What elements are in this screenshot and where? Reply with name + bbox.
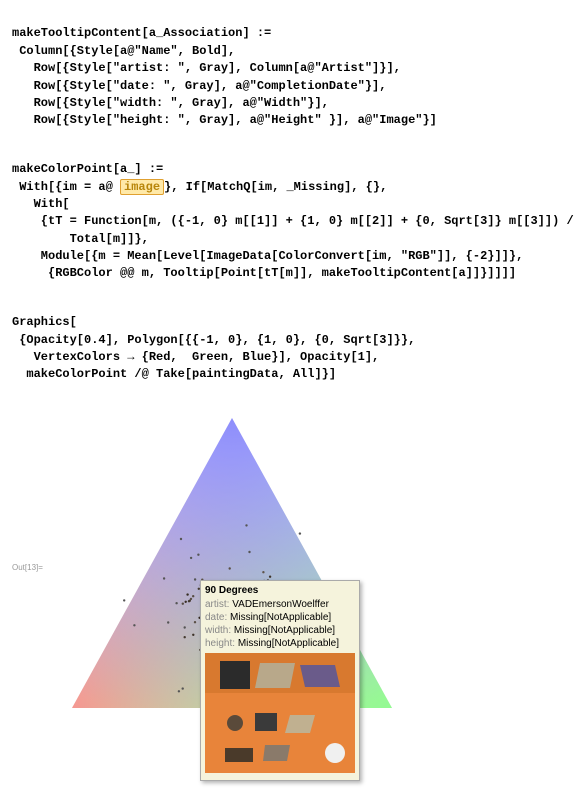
code-line: Module[{m = Mean[Level[ImageData[ColorCo…	[12, 249, 523, 263]
tooltip-painting-image	[205, 653, 355, 773]
code-line: {Opacity[0.4], Polygon[{{-1, 0}, {1, 0},…	[12, 333, 415, 347]
out-label: Out[13]=	[12, 563, 52, 572]
tooltip-row-date: date: Missing[NotApplicable]	[205, 611, 355, 624]
code-line: VertexColors → {Red, Green, Blue}], Opac…	[12, 350, 379, 364]
tooltip-row-height: height: Missing[NotApplicable]	[205, 637, 355, 650]
code-line: Total[m]]},	[12, 232, 149, 246]
code-line: Row[{Style["width: ", Gray], a@"Width"}]…	[12, 96, 329, 110]
code-line: Row[{Style["date: ", Gray], a@"Completio…	[12, 79, 386, 93]
code-line: Column[{Style[a@"Name", Bold],	[12, 44, 235, 58]
code-line: With[	[12, 197, 70, 211]
code-line: makeColorPoint[a_] :=	[12, 162, 163, 176]
code-line: {tT = Function[m, ({-1, 0} m[[1]] + {1, …	[12, 214, 574, 228]
code-line: Row[{Style["artist: ", Gray], Column[a@"…	[12, 61, 401, 75]
code-line: Row[{Style["height: ", Gray], a@"Height"…	[12, 113, 437, 127]
image-placeholder-token: image	[120, 179, 164, 195]
code-line: With[{im = a@ image}, If[MatchQ[im, _Mis…	[12, 179, 387, 195]
code-block-1: makeTooltipContent[a_Association] := Col…	[12, 8, 567, 130]
code-line: Graphics[	[12, 315, 77, 329]
code-block-3: Graphics[ {Opacity[0.4], Polygon[{{-1, 0…	[12, 297, 567, 384]
tooltip-title: 90 Degrees	[205, 585, 355, 596]
code-line: {RGBColor @@ m, Tooltip[Point[tT[m]], ma…	[12, 266, 516, 280]
code-block-2: makeColorPoint[a_] := With[{im = a@ imag…	[12, 144, 567, 283]
code-line: makeColorPoint /@ Take[paintingData, All…	[12, 367, 336, 381]
code-line: makeTooltipContent[a_Association] :=	[12, 26, 271, 40]
tooltip-popup: 90 Degrees artist: VADEmersonWoelffer da…	[200, 580, 360, 781]
tooltip-row-artist: artist: VADEmersonWoelffer	[205, 598, 355, 611]
tooltip-row-width: width: Missing[NotApplicable]	[205, 624, 355, 637]
